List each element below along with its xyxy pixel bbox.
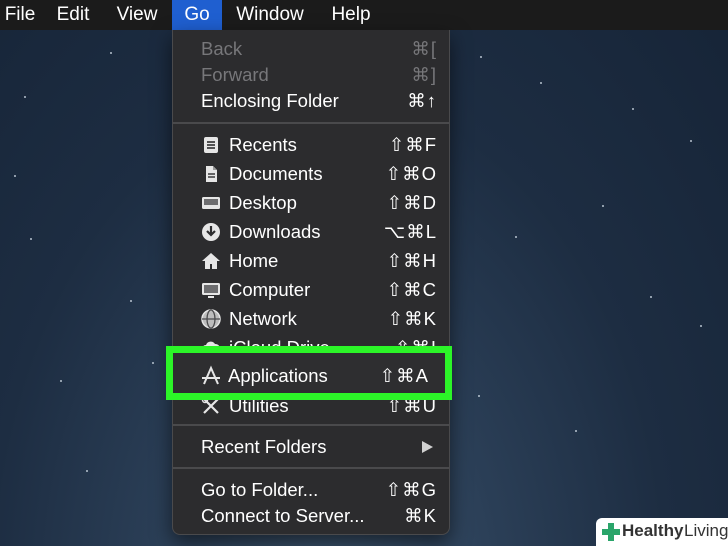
shortcut: ⇧⌘C [386,279,437,300]
submenu-arrow-icon [422,441,433,453]
separator [173,122,449,124]
menu-item-forward[interactable]: Forward ⌘] [173,62,449,88]
menu-item-label: Documents [229,163,323,184]
shortcut: ⇧⌘F [388,134,437,155]
network-icon [201,309,221,329]
menu-item-recents[interactable]: Recents ⇧⌘F [173,132,449,158]
menu-item-label: Home [229,250,279,271]
applications-icon [202,365,220,385]
shortcut: ⇧⌘H [386,250,437,271]
separator [173,424,449,426]
menu-item-connect-to-server[interactable]: Connect to Server... ⌘K [173,503,449,529]
menu-view[interactable]: View [108,0,166,30]
menu-help[interactable]: Help [320,0,382,30]
shortcut: ⇧⌘K [387,308,437,329]
home-icon [202,253,220,269]
menu-file[interactable]: File [0,0,40,30]
menu-item-network[interactable]: Network ⇧⌘K [173,306,449,332]
menu-item-label: Computer [229,279,311,300]
downloads-icon [202,223,220,241]
shortcut: ⌘↑ [407,90,437,111]
menu-item-label: Go to Folder... [201,479,319,500]
separator [173,467,449,469]
menu-item-computer[interactable]: Computer ⇧⌘C [173,277,449,303]
healthy-living-logo-icon [602,523,620,541]
shortcut: ⌘[ [411,38,437,59]
desktop-icon [202,197,220,209]
menu-item-downloads[interactable]: Downloads ⌥⌘L [173,219,449,245]
menu-item-label: Network [229,308,297,329]
go-menu-dropdown: Back ⌘[ Forward ⌘] Enclosing Folder ⌘↑ R… [172,30,450,535]
watermark-word-2: Living [684,521,728,540]
menu-item-go-to-folder[interactable]: Go to Folder... ⇧⌘G [173,477,449,503]
shortcut: ⌘] [411,64,437,85]
shortcut: ⇧⌘D [386,192,437,213]
menu-item-back[interactable]: Back ⌘[ [173,36,449,62]
menu-item-documents[interactable]: Documents ⇧⌘O [173,161,449,187]
menu-bar: File Edit View Go Window Help [0,0,728,30]
healthy-living-watermark: Healthy Living [596,518,728,546]
menu-item-label: Recents [229,134,297,155]
recents-icon [204,137,218,153]
menu-item-recent-folders[interactable]: Recent Folders [173,434,449,460]
applications-highlight[interactable]: Applications ⇧⌘A [166,346,452,400]
menu-item-label: Forward [201,64,269,85]
watermark-word-1: Healthy [622,521,684,540]
menu-item-label: Applications [228,365,328,386]
shortcut: ⇧⌘A [379,365,429,386]
shortcut: ⌥⌘L [383,221,437,242]
menu-item-label: Connect to Server... [201,505,365,526]
menu-window[interactable]: Window [228,0,312,30]
menu-go[interactable]: Go [172,0,222,30]
menu-item-home[interactable]: Home ⇧⌘H [173,248,449,274]
documents-icon [206,166,217,182]
menu-item-desktop[interactable]: Desktop ⇧⌘D [173,190,449,216]
menu-item-label: Desktop [229,192,297,213]
menu-edit[interactable]: Edit [45,0,101,30]
shortcut: ⇧⌘G [385,479,437,500]
menu-item-label: Back [201,38,243,59]
menu-item-enclosing-folder[interactable]: Enclosing Folder ⌘↑ [173,88,449,114]
menu-item-label: Downloads [229,221,321,242]
computer-icon [202,283,220,298]
menu-item-label: Recent Folders [201,436,327,457]
shortcut: ⌘K [404,505,437,526]
menu-item-label: Enclosing Folder [201,90,339,111]
shortcut: ⇧⌘O [385,163,437,184]
